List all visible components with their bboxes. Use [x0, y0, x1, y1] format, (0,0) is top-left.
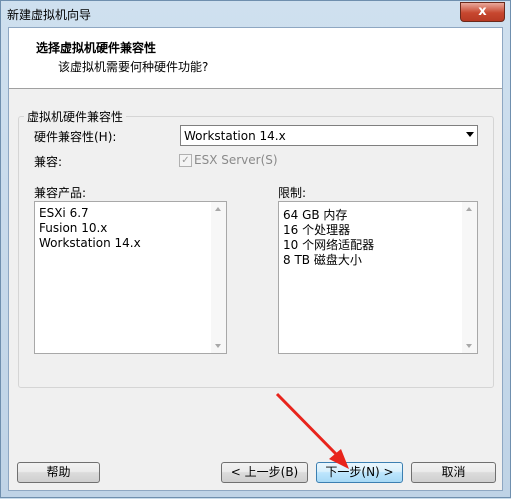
wizard-window: 新建虚拟机向导 x 选择虚拟机硬件兼容性 该虚拟机需要何种硬件功能? 虚拟机硬件… [0, 0, 511, 498]
arrow-shaft [275, 392, 340, 458]
red-arrow-annotation [275, 392, 349, 469]
